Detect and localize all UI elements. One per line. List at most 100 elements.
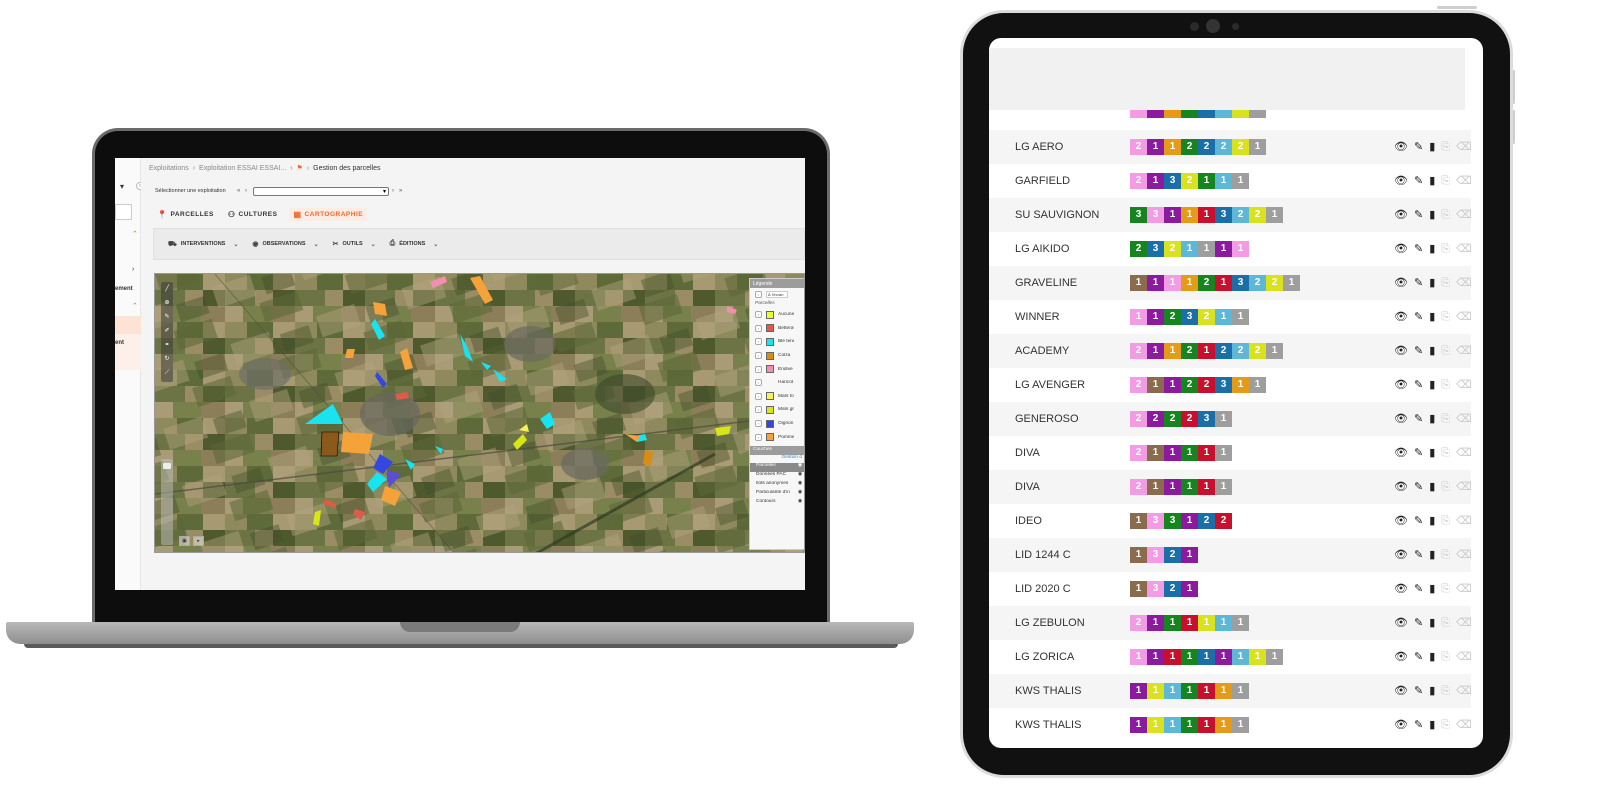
lock-icon[interactable]: ▫ — [755, 352, 762, 360]
zoom-slider-handle[interactable] — [163, 463, 171, 469]
sidebar-item-label[interactable]: ement — [115, 286, 133, 292]
eye-icon[interactable]: 👁 — [1394, 719, 1408, 731]
legend-item[interactable]: ▫ Maïs grain — [750, 403, 804, 417]
eye-icon[interactable]: ◉ — [798, 481, 802, 490]
eye-icon[interactable]: 👁 — [1394, 311, 1408, 323]
table-row[interactable]: DIVA 2 1 1 1 1 1 👁 ✎ ▮ ⎘ ⌫ — [989, 470, 1472, 504]
fullscreen-icon[interactable]: ▣ — [179, 536, 190, 546]
satellite-map[interactable]: ╱ ⊕ ✎ ✐ ⚭ ↻ ⟋ ▣ ▸ Légende ▫ À l'écran Pa… — [154, 273, 805, 553]
sidebar-item-active[interactable] — [115, 316, 141, 334]
delete-icon[interactable]: ⌫ — [1456, 719, 1472, 731]
draw-line-icon[interactable]: ╱ — [161, 282, 173, 296]
lock-icon[interactable]: ▫ — [755, 290, 762, 298]
edit-icon[interactable]: ✎ — [161, 310, 173, 324]
copy-icon[interactable]: ⎘ — [1441, 515, 1450, 527]
layer-item[interactable]: Parcelles ◉ — [750, 462, 804, 472]
delete-icon[interactable]: ⌫ — [1456, 379, 1472, 391]
eye-icon[interactable]: 👁 — [1394, 277, 1408, 289]
table-row[interactable]: LG AVENGER 2 1 1 2 2 3 1 1 👁 ✎ ▮ ⎘ ⌫ — [989, 368, 1472, 402]
eye-icon[interactable]: 👁 — [1394, 345, 1408, 357]
pencil-icon[interactable]: ✎ — [1414, 719, 1423, 731]
copy-icon[interactable]: ⎘ — [1441, 209, 1450, 221]
book-icon[interactable]: ▮ — [1429, 379, 1435, 391]
copy-icon[interactable]: ⎘ — [1441, 719, 1450, 731]
chevron-up-icon[interactable]: ⌃ — [132, 302, 138, 310]
eye-icon[interactable]: 👁 — [1394, 515, 1408, 527]
book-icon[interactable]: ▮ — [1429, 175, 1435, 187]
pencil-icon[interactable]: ✎ — [1414, 413, 1423, 425]
eye-icon[interactable]: 👁 — [1394, 141, 1408, 153]
layer-item[interactable]: Données PAC ◉ — [750, 472, 804, 481]
editions-menu[interactable]: ⎙ ÉDITIONS ⌄ — [390, 240, 439, 248]
book-icon[interactable]: ▮ — [1429, 685, 1435, 697]
delete-icon[interactable]: ⌫ — [1456, 209, 1472, 221]
last-farm-arrow[interactable]: » — [399, 188, 402, 194]
pencil-icon[interactable]: ✎ — [1414, 651, 1423, 663]
interventions-menu[interactable]: ⛟ INTERVENTIONS ⌄ — [168, 240, 238, 249]
pencil-icon[interactable]: ✎ — [1414, 515, 1423, 527]
table-row[interactable]: IDEO 1 3 3 1 2 2 👁 ✎ ▮ ⎘ ⌫ — [989, 504, 1472, 538]
next-farm-arrow[interactable]: › — [392, 188, 394, 194]
pencil-icon[interactable]: ✎ — [1414, 209, 1423, 221]
couches-manage-link[interactable]: Gestion d — [750, 455, 804, 463]
tab-cultures[interactable]: ⚇ CULTURES — [226, 208, 280, 221]
delete-icon[interactable]: ⌫ — [1456, 277, 1472, 289]
lock-icon[interactable]: ▫ — [755, 379, 762, 387]
legend-item[interactable]: ▫ Endive — [750, 362, 804, 376]
pencil-icon[interactable]: ✎ — [1414, 379, 1423, 391]
copy-icon[interactable]: ⎘ — [1441, 141, 1450, 153]
lock-icon[interactable]: ▫ — [755, 433, 762, 441]
table-row[interactable]: ACADEMY 2 1 1 2 1 2 2 2 1 👁 ✎ ▮ ⎘ ⌫ — [989, 334, 1472, 368]
eye-icon[interactable]: 👁 — [1394, 583, 1408, 595]
copy-icon[interactable]: ⎘ — [1441, 175, 1450, 187]
table-row[interactable]: LG AIKIDO 2 3 2 1 1 1 1 👁 ✎ ▮ ⎘ ⌫ — [989, 232, 1472, 266]
book-icon[interactable]: ▮ — [1429, 617, 1435, 629]
legend-item[interactable]: ▫ Betterave — [750, 322, 804, 336]
book-icon[interactable]: ▮ — [1429, 549, 1435, 561]
eye-icon[interactable]: 👁 — [1394, 243, 1408, 255]
layer-item[interactable]: Particularité d'intérêt écologique ◉ — [750, 490, 804, 499]
farm-select[interactable]: ▾ — [253, 187, 389, 196]
table-row[interactable]: LID 1244 C 1 3 2 1 👁 ✎ ▮ ⎘ ⌫ — [989, 538, 1472, 572]
copy-icon[interactable]: ⎘ — [1441, 379, 1450, 391]
pencil-icon[interactable]: ✎ — [1414, 617, 1423, 629]
rotate-icon[interactable]: ↻ — [161, 352, 173, 366]
book-icon[interactable]: ▮ — [1429, 583, 1435, 595]
book-icon[interactable]: ▮ — [1429, 719, 1435, 731]
legend-item[interactable]: ▫ Pomme de terre transf. — [750, 430, 804, 444]
pencil-icon[interactable]: ✎ — [1414, 243, 1423, 255]
eye-icon[interactable]: 👁 — [1394, 617, 1408, 629]
zoom-slider[interactable] — [161, 459, 173, 545]
book-icon[interactable]: ▮ — [1429, 243, 1435, 255]
breadcrumb-link[interactable]: Exploitations — [149, 165, 189, 172]
book-icon[interactable]: ▮ — [1429, 447, 1435, 459]
copy-icon[interactable]: ⎘ — [1441, 583, 1450, 595]
legend-item[interactable]: ▫ Aucune — [750, 308, 804, 322]
prev-farm-arrow[interactable]: ‹ — [245, 188, 247, 194]
lock-icon[interactable]: ▫ — [755, 338, 762, 346]
copy-icon[interactable]: ⎘ — [1441, 311, 1450, 323]
pencil-icon[interactable]: ✎ — [1414, 141, 1423, 153]
copy-icon[interactable]: ⎘ — [1441, 617, 1450, 629]
tab-parcelles[interactable]: 📍 PARCELLES — [155, 208, 216, 221]
table-row[interactable]: LID 2020 C 1 3 2 1 👁 ✎ ▮ ⎘ ⌫ — [989, 572, 1472, 606]
eye-icon[interactable]: 👁 — [1394, 447, 1408, 459]
legend-item[interactable]: ▫ Oignon (bulbille) — [750, 417, 804, 431]
table-row[interactable]: KWS THALIS 1 1 1 1 1 1 1 👁 ✎ ▮ ⎘ ⌫ — [989, 674, 1472, 708]
copy-icon[interactable]: ⎘ — [1441, 685, 1450, 697]
book-icon[interactable]: ▮ — [1429, 345, 1435, 357]
legend-item[interactable]: ▫ Blé tendre — [750, 335, 804, 349]
table-row[interactable]: LG ZORICA 1 1 1 1 1 1 1 1 1 👁 ✎ ▮ ⎘ ⌫ — [989, 640, 1472, 674]
book-icon[interactable]: ▮ — [1429, 413, 1435, 425]
binoculars-icon[interactable]: ⚭ — [161, 338, 173, 352]
lock-icon[interactable]: ▫ — [755, 324, 762, 332]
book-icon[interactable]: ▮ — [1429, 481, 1435, 493]
pencil-icon[interactable]: ✎ — [1414, 481, 1423, 493]
eye-icon[interactable]: 👁 — [1394, 209, 1408, 221]
book-icon[interactable]: ▮ — [1429, 651, 1435, 663]
book-icon[interactable]: ▮ — [1429, 277, 1435, 289]
pencil-icon[interactable]: ✎ — [1414, 447, 1423, 459]
first-farm-arrow[interactable]: « — [237, 188, 240, 194]
delete-icon[interactable]: ⌫ — [1456, 413, 1472, 425]
sidebar-search-input[interactable] — [115, 204, 132, 220]
